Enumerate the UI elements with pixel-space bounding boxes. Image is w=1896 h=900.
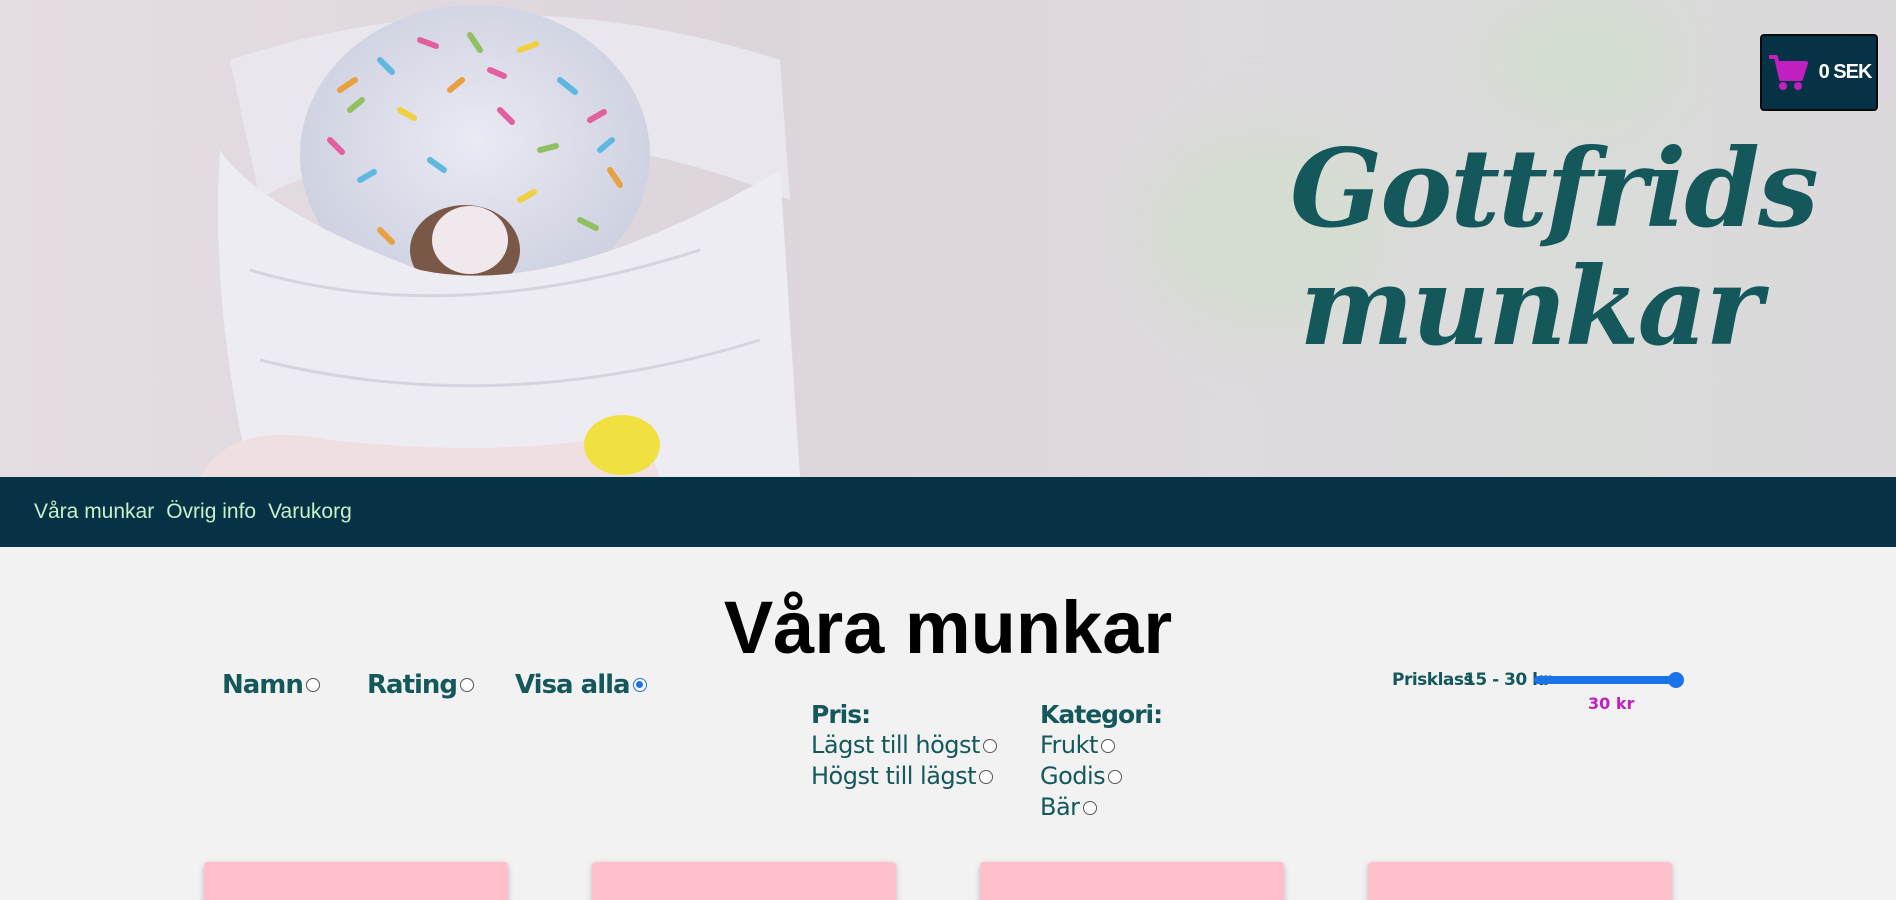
sort-options: Namn Rating Visa alla bbox=[222, 670, 647, 700]
product-card[interactable] bbox=[592, 862, 896, 900]
cart-button[interactable]: 0 SEK bbox=[1760, 34, 1878, 111]
sort-option-name[interactable]: Namn bbox=[222, 670, 367, 700]
product-grid bbox=[204, 862, 1674, 900]
sort-option-label: Rating bbox=[367, 670, 458, 700]
sort-name-radio[interactable] bbox=[305, 678, 320, 692]
category-frukt-radio[interactable] bbox=[1100, 738, 1115, 753]
price-high-to-low-radio[interactable] bbox=[979, 769, 994, 784]
category-godis-option[interactable]: Godis bbox=[1040, 761, 1162, 792]
donut-photo bbox=[200, 5, 800, 477]
category-bar-option[interactable]: Bär bbox=[1040, 792, 1162, 823]
option-label: Frukt bbox=[1040, 731, 1098, 759]
category-godis-radio[interactable] bbox=[1108, 769, 1123, 784]
sort-option-label: Visa alla bbox=[515, 670, 631, 700]
option-label: Bär bbox=[1040, 793, 1080, 821]
sort-option-label: Namn bbox=[222, 670, 304, 700]
main-nav: Våra munkar Övrig info Varukorg bbox=[0, 477, 1896, 547]
price-slider-thumb[interactable] bbox=[1668, 672, 1684, 688]
site-title: Gottfrids munkar bbox=[1290, 126, 1819, 370]
price-high-to-low-option[interactable]: Högst till lägst bbox=[811, 761, 997, 792]
show-all-radio[interactable] bbox=[632, 678, 647, 692]
category-frukt-option[interactable]: Frukt bbox=[1040, 730, 1162, 761]
nav-link-ovrig-info[interactable]: Övrig info bbox=[166, 500, 256, 524]
site-title-line2: munkar bbox=[1299, 244, 1762, 370]
product-card[interactable] bbox=[204, 862, 508, 900]
price-range-label: Prisklass bbox=[1392, 670, 1474, 690]
price-sort-filter: Pris: Lägst till högst Högst till lägst bbox=[811, 700, 997, 792]
price-slider-value: 30 kr bbox=[1588, 694, 1635, 713]
price-slider[interactable] bbox=[1534, 672, 1684, 688]
category-heading: Kategori: bbox=[1040, 700, 1163, 729]
nav-link-vara-munkar[interactable]: Våra munkar bbox=[34, 500, 154, 524]
option-label: Lägst till högst bbox=[811, 731, 980, 759]
product-card[interactable] bbox=[980, 862, 1284, 900]
nav-link-varukorg[interactable]: Varukorg bbox=[268, 500, 352, 524]
option-label: Högst till lägst bbox=[811, 762, 977, 790]
price-low-to-high-option[interactable]: Lägst till högst bbox=[811, 730, 997, 761]
category-bar-radio[interactable] bbox=[1082, 800, 1097, 815]
price-low-to-high-radio[interactable] bbox=[982, 738, 997, 753]
product-card[interactable] bbox=[1368, 862, 1672, 900]
background-blur bbox=[1480, 0, 1680, 120]
sort-option-show-all[interactable]: Visa alla bbox=[515, 670, 647, 700]
page-title: Våra munkar bbox=[723, 586, 1173, 669]
sort-option-rating[interactable]: Rating bbox=[367, 670, 515, 700]
cart-icon bbox=[1768, 54, 1808, 90]
option-label: Godis bbox=[1040, 762, 1106, 790]
price-sort-heading: Pris: bbox=[811, 700, 871, 729]
hero-banner: Gottfrids munkar 0 SEK bbox=[0, 0, 1896, 477]
category-filter: Kategori: Frukt Godis Bär bbox=[1040, 700, 1163, 823]
cart-total: 0 SEK bbox=[1818, 61, 1873, 83]
site-title-line1: Gottfrids bbox=[1290, 126, 1819, 252]
sort-rating-radio[interactable] bbox=[460, 678, 475, 692]
